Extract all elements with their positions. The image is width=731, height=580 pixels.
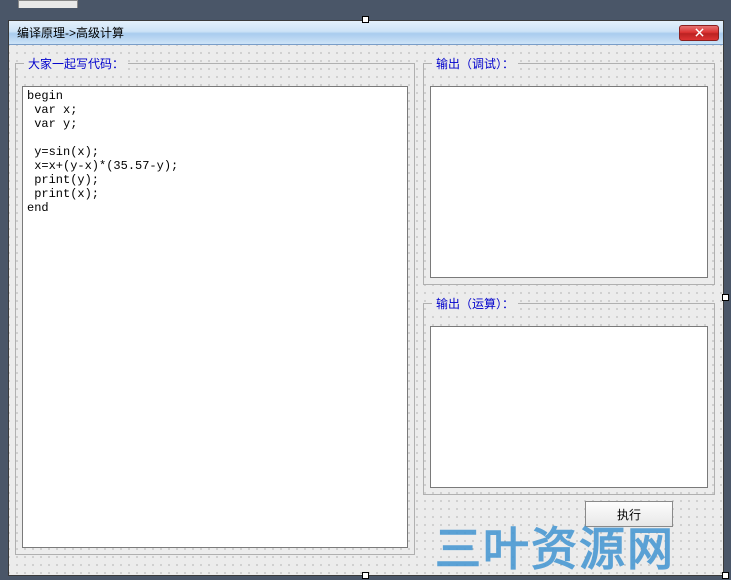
run-output[interactable]	[430, 326, 708, 488]
run-legend: 输出（运算）：	[432, 295, 518, 312]
resize-handle-right[interactable]	[722, 294, 729, 301]
client-area: 大家一起写代码： begin var x; var y; y=sin(x); x…	[9, 45, 723, 575]
resize-handle-corner[interactable]	[722, 572, 729, 579]
designer-tab-stub	[18, 0, 78, 8]
app-window: 编译原理->高级计算 大家一起写代码： begin var x; var y; …	[8, 20, 724, 576]
designer-surface: 编译原理->高级计算 大家一起写代码： begin var x; var y; …	[0, 0, 731, 580]
debug-output[interactable]	[430, 86, 708, 278]
execute-button[interactable]: 执行	[585, 501, 673, 527]
code-groupbox: 大家一起写代码： begin var x; var y; y=sin(x); x…	[15, 55, 415, 555]
window-title: 编译原理->高级计算	[17, 24, 679, 41]
debug-groupbox: 输出（调试）：	[423, 55, 715, 285]
close-icon	[695, 28, 704, 37]
close-button[interactable]	[679, 25, 719, 41]
run-groupbox: 输出（运算）：	[423, 295, 715, 495]
resize-handle-top[interactable]	[362, 16, 369, 23]
execute-button-label: 执行	[617, 506, 641, 523]
resize-handle-bottom[interactable]	[362, 572, 369, 579]
debug-legend: 输出（调试）：	[432, 55, 518, 72]
titlebar[interactable]: 编译原理->高级计算	[9, 21, 723, 45]
code-editor[interactable]: begin var x; var y; y=sin(x); x=x+(y-x)*…	[22, 86, 408, 548]
code-legend: 大家一起写代码：	[24, 55, 128, 72]
